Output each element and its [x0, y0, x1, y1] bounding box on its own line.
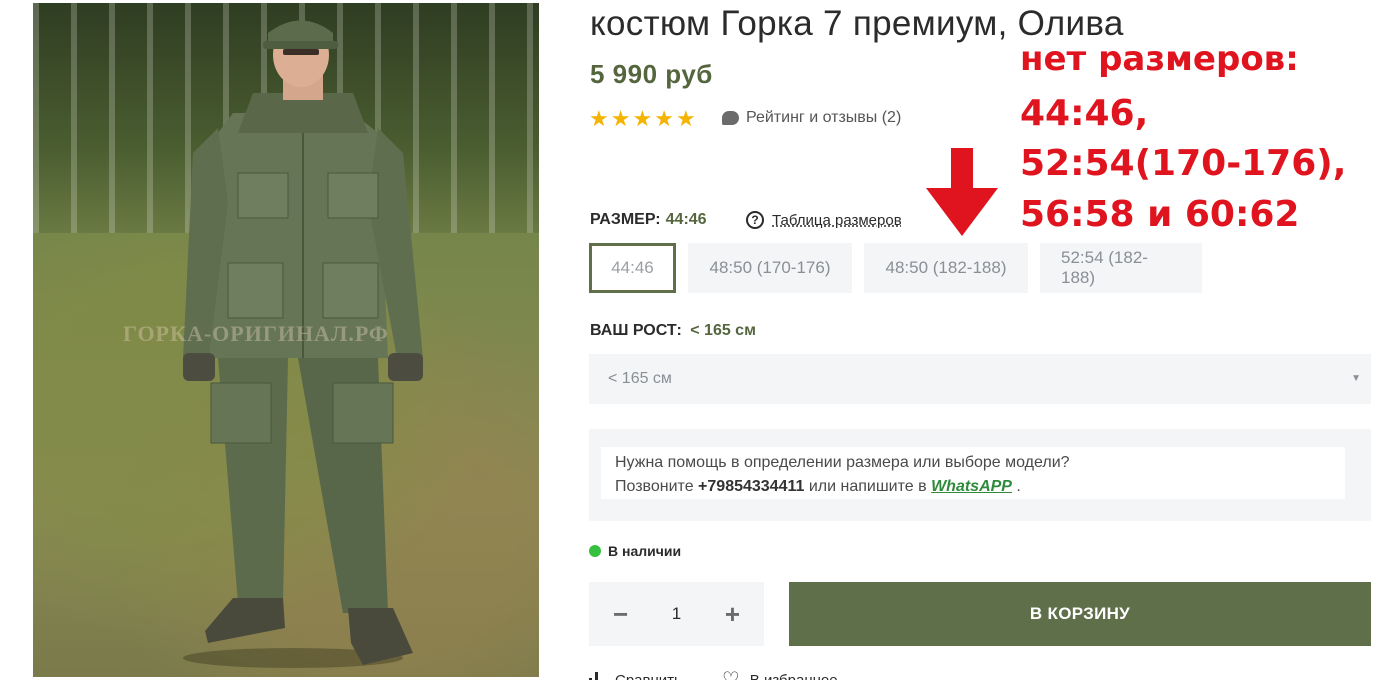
photo-watermark: ГОРКА-ОРИГИНАЛ.РФ	[123, 321, 389, 346]
star-icon: ★	[654, 106, 674, 131]
size-table-label: Таблица размеров	[772, 211, 902, 229]
star-icon: ★	[632, 106, 653, 131]
help-line-end: .	[1016, 478, 1021, 495]
product-title: костюм Горка 7 премиум, Олива	[590, 4, 1124, 43]
star-icon: ★	[675, 106, 696, 131]
favorite-label: В избранное	[749, 671, 838, 680]
help-box: Нужна помощь в определении размера или в…	[589, 429, 1371, 521]
quantity-decrease-button[interactable]: −	[613, 599, 628, 630]
product-price: 5 990 руб	[590, 59, 713, 89]
help-line-1: Нужна помощь в определении размера или в…	[615, 454, 1070, 471]
whatsapp-link[interactable]: WhatsAPP	[931, 478, 1012, 495]
rating-stars[interactable]: ★ ★ ★ ★ ★	[589, 108, 696, 130]
size-label: РАЗМЕР:	[590, 211, 661, 228]
help-text: Нужна помощь в определении размера или в…	[601, 447, 1345, 499]
compare-icon	[589, 672, 605, 680]
size-table-link[interactable]: ? Таблица размеров	[746, 211, 902, 229]
size-label-row: РАЗМЕР: 44:46	[590, 211, 707, 229]
size-option-52-54-182[interactable]: 52:54 (182-188)	[1040, 243, 1202, 293]
annotation-line-4: 56:58 и 60:62	[1020, 194, 1300, 235]
height-select-value: < 165 см	[608, 370, 672, 387]
height-label: ВАШ РОСТ:	[590, 322, 682, 339]
stock-status: В наличии	[589, 543, 681, 559]
reviews-link[interactable]: Рейтинг и отзывы (2)	[722, 109, 901, 127]
height-selected-value: < 165 см	[690, 322, 756, 339]
product-photo[interactable]: ГОРКА-ОРИГИНАЛ.РФ	[33, 3, 539, 677]
phone-number[interactable]: +79854334411	[698, 478, 804, 495]
star-icon: ★	[610, 106, 631, 131]
quantity-increase-button[interactable]: +	[725, 599, 740, 630]
reviews-label: Рейтинг и отзывы (2)	[746, 109, 902, 126]
quantity-value[interactable]: 1	[672, 604, 681, 624]
star-icon: ★	[589, 106, 609, 131]
in-stock-dot-icon	[589, 545, 601, 557]
help-call-prefix: Позвоните	[615, 478, 694, 495]
product-actions: Сравнить ♡ В избранное	[589, 670, 838, 680]
quantity-stepper: − 1 +	[589, 582, 764, 646]
annotation-line-3: 52:54(170-176),	[1020, 143, 1347, 184]
size-selected-value: 44:46	[665, 211, 707, 228]
heart-icon: ♡	[721, 669, 740, 680]
stock-label: В наличии	[608, 543, 682, 559]
favorite-link[interactable]: ♡ В избранное	[722, 670, 838, 680]
size-option-48-50-170[interactable]: 48:50 (170-176)	[688, 243, 852, 293]
question-icon: ?	[746, 211, 764, 229]
size-option-44-46[interactable]: 44:46	[589, 243, 676, 293]
chat-bubble-icon	[722, 111, 739, 125]
annotation-line-1: нет размеров:	[1020, 39, 1299, 79]
add-to-cart-button[interactable]: В КОРЗИНУ	[789, 582, 1371, 646]
height-select[interactable]: < 165 см ▼	[589, 354, 1371, 404]
height-label-row: ВАШ РОСТ: < 165 см	[590, 322, 756, 340]
help-line-2: Позвоните +79854334411 или напишите в Wh…	[615, 475, 1345, 499]
red-arrow-down-icon	[926, 148, 998, 236]
annotation-line-2: 44:46,	[1020, 93, 1149, 134]
size-options: 44:46 48:50 (170-176) 48:50 (182-188) 52…	[589, 243, 1202, 293]
help-write-text: или напишите в	[808, 478, 927, 495]
compare-label: Сравнить	[615, 671, 682, 680]
size-option-48-50-182[interactable]: 48:50 (182-188)	[864, 243, 1028, 293]
compare-link[interactable]: Сравнить	[589, 670, 682, 680]
caret-down-icon: ▼	[1351, 373, 1361, 384]
